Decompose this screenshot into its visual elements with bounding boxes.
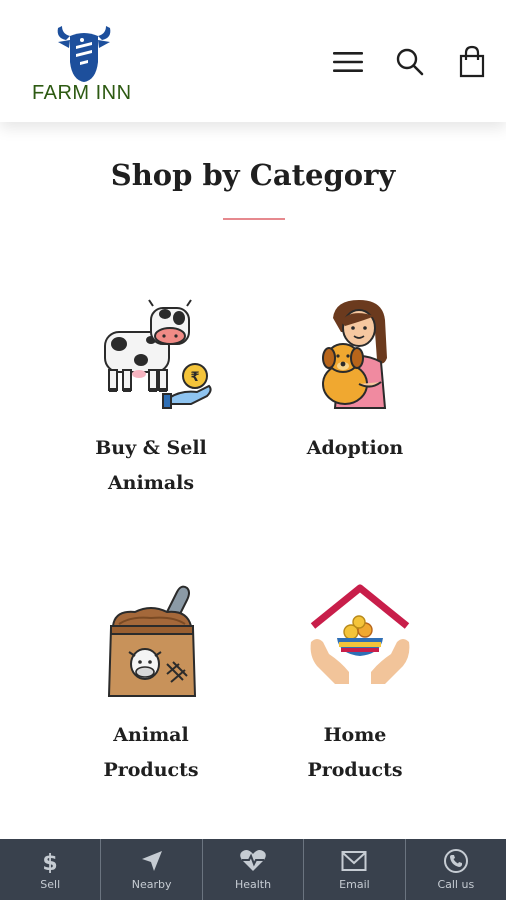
cow-head-logo-icon [57,26,111,82]
category-home-products[interactable]: Home Products [255,582,455,792]
shopping-bag-icon[interactable] [454,44,490,80]
section-title: Shop by Category [110,158,396,192]
category-label: Buy & Sell Animals [51,431,251,501]
svg-text:₹: ₹ [190,370,199,385]
category-label: Adoption [255,431,455,466]
app-header: FARM INN [0,0,506,122]
nav-email[interactable]: Email [304,839,406,900]
girl-with-dog-icon [305,298,415,410]
category-adoption[interactable]: Adoption [255,294,455,474]
category-label: Home Products [255,718,455,788]
nav-call-us[interactable]: Call us [406,839,506,900]
category-label-line1: Buy & Sell [95,437,207,459]
category-buy-sell-animals[interactable]: ₹ Buy & Sell Animals [51,294,251,504]
nav-label: Email [339,878,370,891]
menu-icon[interactable] [330,44,366,80]
category-label: Animal Products [51,718,251,788]
category-label-line2: Products [307,759,403,781]
navigation-arrow-icon [140,848,164,874]
title-underline [223,218,285,220]
category-label-line1: Animal [113,724,189,746]
category-label-line2: Products [103,759,199,781]
nav-nearby[interactable]: Nearby [101,839,203,900]
category-label-line1: Adoption [306,437,404,459]
home-bowl-icon [305,582,415,694]
nav-label: Sell [40,878,61,891]
nav-label: Health [234,878,272,891]
svg-text:$: $ [43,851,58,873]
nav-sell[interactable]: $ Sell [0,839,102,900]
nav-label: Call us [437,878,475,891]
cow-rupee-icon: ₹ [101,298,212,410]
nav-label: Nearby [131,878,172,891]
nav-health[interactable]: Health [203,839,305,900]
bottom-navigation: $ Sell Nearby Health Email Call us [0,839,506,900]
feed-sack-icon [101,582,211,697]
heartbeat-icon [239,848,267,874]
category-label-line2: Animals [107,472,195,494]
farm-inn-logo[interactable]: FARM INN [30,22,142,108]
phone-icon [443,848,469,874]
category-animal-products[interactable]: Animal Products [51,582,251,792]
dollar-icon: $ [39,848,61,874]
logo-text: FARM INN [32,82,132,104]
envelope-icon [341,848,367,874]
category-label-line1: Home [323,724,387,746]
main-content: Shop by Category ₹ Buy & Sell Animals Ad… [0,122,506,839]
search-icon[interactable] [392,44,428,80]
